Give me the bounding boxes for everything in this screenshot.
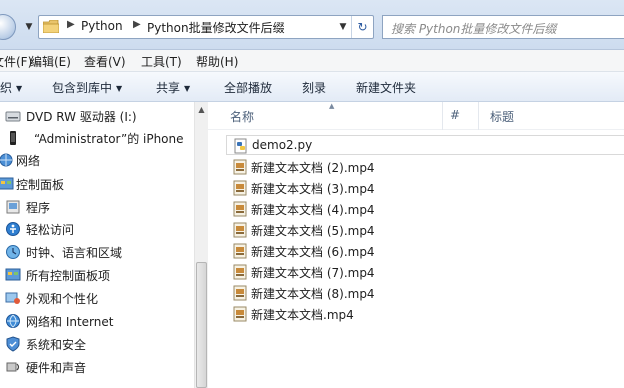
search-placeholder: 搜索 Python批量修改文件后缀: [391, 22, 557, 36]
sort-ascending-icon: ▲: [329, 102, 335, 110]
video-file-icon: [233, 201, 247, 217]
play-all-button[interactable]: 全部播放: [224, 79, 272, 96]
nav-pane-scrollbar[interactable]: ▲: [194, 102, 208, 388]
breadcrumb-python[interactable]: Python: [81, 19, 123, 33]
command-toolbar: 织 ▼ 包含到库中 ▼ 共享 ▼ 全部播放 刻录 新建文件夹: [0, 72, 624, 102]
video-file-icon: [233, 306, 247, 322]
menu-edit[interactable]: 编辑(E): [30, 53, 71, 70]
file-row[interactable]: 新建文本文档.mp4: [226, 304, 624, 324]
control-panel-items-icon: [5, 268, 21, 281]
address-dropdown-icon[interactable]: ▼: [335, 16, 351, 38]
column-divider[interactable]: [442, 102, 443, 130]
video-file-icon: [233, 264, 247, 280]
nav-item-ease-of-access[interactable]: 轻松访问: [0, 218, 196, 240]
share-button[interactable]: 共享 ▼: [156, 79, 190, 96]
nav-item-iphone[interactable]: “Administrator”的 iPhone: [0, 127, 196, 149]
video-file-icon: [233, 159, 247, 175]
nav-item-system-security[interactable]: 系统和安全: [0, 333, 196, 355]
appearance-icon: [5, 292, 20, 304]
refresh-icon[interactable]: ↻: [351, 16, 373, 38]
scroll-thumb[interactable]: [196, 262, 207, 388]
column-name-header[interactable]: 名称: [230, 108, 254, 125]
python-file-icon: [234, 138, 247, 154]
control-panel-icon: [0, 177, 14, 190]
ease-of-access-icon: [6, 222, 20, 236]
phone-icon: [10, 131, 16, 145]
video-file-icon: [233, 285, 247, 301]
file-row[interactable]: 新建文本文档 (5).mp4: [226, 220, 624, 240]
file-row[interactable]: 新建文本文档 (7).mp4: [226, 262, 624, 282]
nav-item-network[interactable]: 网络: [0, 149, 196, 171]
menu-bar: 文件(F) 编辑(E) 查看(V) 工具(T) 帮助(H): [0, 50, 624, 72]
column-number-header[interactable]: #: [450, 108, 460, 122]
nav-item-clock-language-region[interactable]: 时钟、语言和区域: [0, 241, 196, 263]
search-input[interactable]: 搜索 Python批量修改文件后缀: [382, 15, 624, 39]
breadcrumb-current-folder[interactable]: Python批量修改文件后缀: [147, 19, 285, 36]
nav-item-all-control-panel-items[interactable]: 所有控制面板项: [0, 264, 196, 286]
menu-file[interactable]: 文件(F): [0, 53, 32, 70]
file-row[interactable]: 新建文本文档 (6).mp4: [226, 241, 624, 261]
video-file-icon: [233, 243, 247, 259]
video-file-icon: [233, 222, 247, 238]
video-file-icon: [233, 180, 247, 196]
file-row[interactable]: 新建文本文档 (8).mp4: [226, 283, 624, 303]
file-row[interactable]: 新建文本文档 (4).mp4: [226, 199, 624, 219]
file-row-demo2-py[interactable]: demo2.py: [226, 135, 624, 155]
new-folder-button[interactable]: 新建文件夹: [356, 79, 416, 96]
nav-item-dvd-drive[interactable]: DVD RW 驱动器 (I:): [0, 105, 196, 127]
forward-button[interactable]: [0, 14, 16, 40]
address-row: ▼ ▶ Python ▶ Python批量修改文件后缀 ▼ ↻ 搜索 Pytho…: [0, 0, 624, 50]
column-divider[interactable]: [478, 102, 479, 130]
system-security-icon: [6, 336, 20, 352]
programs-icon: [6, 200, 20, 214]
menu-tools[interactable]: 工具(T): [141, 53, 182, 70]
file-list-pane: ▲ 名称 # 标题 demo2.py 新建文本文档 (2).mp4 新建文本文档…: [208, 102, 624, 388]
file-row[interactable]: 新建文本文档 (3).mp4: [226, 178, 624, 198]
burn-button[interactable]: 刻录: [302, 79, 326, 96]
include-in-library-button[interactable]: 包含到库中 ▼: [52, 79, 122, 96]
nav-item-hardware-sound[interactable]: 硬件和声音: [0, 356, 196, 378]
column-header-row: ▲ 名称 # 标题: [208, 102, 624, 130]
network-internet-icon: [6, 314, 20, 328]
hardware-sound-icon: [6, 362, 20, 372]
dvd-drive-icon: [5, 111, 21, 122]
column-title-header[interactable]: 标题: [490, 108, 514, 125]
navigation-pane: DVD RW 驱动器 (I:) “Administrator”的 iPhone …: [0, 102, 208, 388]
file-row[interactable]: 新建文本文档 (2).mp4: [226, 157, 624, 177]
menu-help[interactable]: 帮助(H): [196, 53, 238, 70]
nav-item-network-internet[interactable]: 网络和 Internet: [0, 310, 196, 332]
network-icon: [0, 153, 13, 167]
nav-item-programs[interactable]: 程序: [0, 196, 196, 218]
recent-pages-dropdown[interactable]: ▼: [22, 20, 36, 34]
folder-icon: [43, 20, 59, 33]
menu-view[interactable]: 查看(V): [84, 53, 126, 70]
breadcrumb-chevron-icon[interactable]: ▶: [67, 19, 75, 30]
breadcrumb-chevron-icon[interactable]: ▶: [133, 19, 141, 30]
organize-button[interactable]: 织 ▼: [0, 79, 22, 96]
nav-item-appearance[interactable]: 外观和个性化: [0, 287, 196, 309]
scroll-up-arrow-icon[interactable]: ▲: [195, 102, 208, 118]
clock-globe-icon: [6, 245, 20, 259]
nav-item-control-panel[interactable]: 控制面板: [0, 173, 196, 195]
address-bar[interactable]: ▶ Python ▶ Python批量修改文件后缀 ▼ ↻: [38, 15, 374, 39]
